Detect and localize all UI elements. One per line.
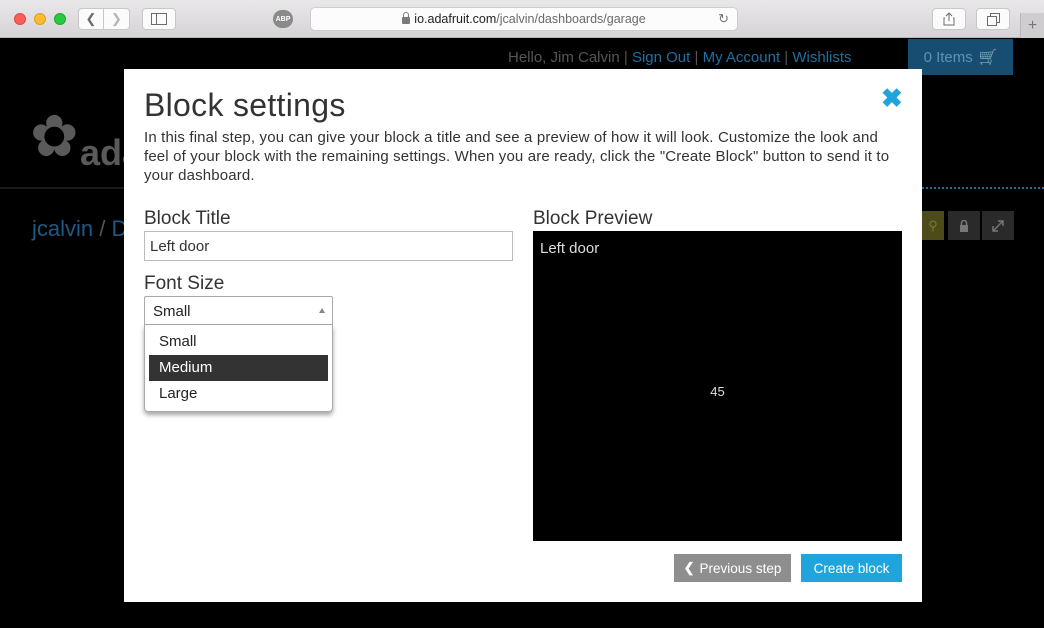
chevron-left-icon: ❮ bbox=[683, 560, 695, 575]
forward-icon: ❯ bbox=[111, 11, 122, 26]
lock-icon bbox=[402, 11, 411, 24]
new-tab-button[interactable]: + bbox=[1020, 13, 1044, 38]
key-button[interactable]: ⚲ bbox=[922, 211, 944, 240]
font-size-option-small[interactable]: Small bbox=[149, 329, 328, 355]
create-block-button[interactable]: Create block bbox=[801, 554, 902, 582]
font-size-label: Font Size bbox=[144, 273, 225, 294]
greeting-text: Hello, Jim Calvin bbox=[508, 49, 620, 66]
separator: | bbox=[784, 49, 789, 66]
url-domain: io.adafruit.com bbox=[414, 12, 497, 26]
divider bbox=[0, 187, 124, 189]
expand-icon bbox=[992, 219, 1004, 232]
modal-title: Block settings bbox=[144, 87, 346, 123]
wishlists-link[interactable]: Wishlists bbox=[792, 49, 851, 66]
breadcrumb: jcalvin / D bbox=[32, 216, 127, 242]
cart-button[interactable]: 0 Items 🛒 bbox=[908, 39, 1013, 75]
forward-button[interactable]: ❯ bbox=[104, 8, 130, 30]
url-path: /jcalvin/dashboards/garage bbox=[496, 12, 646, 26]
dropdown-arrow-icon bbox=[319, 308, 325, 313]
breadcrumb-separator: / bbox=[99, 216, 106, 241]
block-preview: Left door 45 bbox=[533, 231, 902, 541]
plus-icon: + bbox=[1027, 16, 1038, 34]
previous-step-button[interactable]: ❮ Previous step bbox=[674, 554, 791, 582]
minimize-window-button[interactable] bbox=[34, 13, 46, 25]
fullscreen-button[interactable] bbox=[982, 211, 1014, 240]
close-icon[interactable]: ✖ bbox=[881, 85, 903, 111]
sidebar-toggle-button[interactable] bbox=[142, 8, 176, 30]
back-icon: ❮ bbox=[85, 11, 97, 26]
share-icon bbox=[943, 12, 955, 26]
font-size-dropdown: Small Medium Large bbox=[144, 325, 333, 412]
key-icon: ⚲ bbox=[928, 217, 938, 233]
breadcrumb-user-link[interactable]: jcalvin bbox=[32, 216, 93, 241]
previous-step-label: Previous step bbox=[699, 560, 782, 576]
separator: | bbox=[694, 49, 699, 66]
reload-icon[interactable]: ↻ bbox=[718, 11, 729, 27]
block-preview-label: Block Preview bbox=[533, 208, 653, 229]
share-button[interactable] bbox=[932, 8, 966, 30]
separator: | bbox=[623, 49, 628, 66]
font-size-option-large[interactable]: Large bbox=[149, 381, 328, 407]
tabs-icon bbox=[986, 12, 1000, 26]
address-bar[interactable]: io.adafruit.com/jcalvin/dashboards/garag… bbox=[310, 7, 738, 31]
preview-block-title: Left door bbox=[540, 240, 600, 257]
user-greeting: Hello, Jim Calvin | Sign Out | My Accoun… bbox=[508, 49, 852, 66]
divider-dotted bbox=[922, 187, 1044, 189]
font-size-select[interactable]: Small bbox=[144, 296, 333, 325]
block-title-input[interactable] bbox=[144, 231, 513, 261]
lock-button[interactable] bbox=[948, 211, 980, 240]
preview-block-value: 45 bbox=[710, 384, 725, 399]
block-title-label: Block Title bbox=[144, 208, 231, 229]
sidebar-icon bbox=[151, 13, 167, 25]
cart-icon: 🛒 bbox=[978, 49, 998, 66]
lock-icon bbox=[960, 219, 968, 232]
block-settings-modal: Block settings ✖ In this final step, you… bbox=[124, 69, 922, 602]
close-window-button[interactable] bbox=[14, 13, 26, 25]
cart-label: 0 Items bbox=[923, 48, 973, 66]
my-account-link[interactable]: My Account bbox=[703, 49, 781, 66]
modal-intro-text: In this final step, you can give your bl… bbox=[144, 129, 890, 184]
font-size-selected-value: Small bbox=[153, 303, 191, 320]
tab-overview-button[interactable] bbox=[976, 8, 1010, 30]
sign-out-link[interactable]: Sign Out bbox=[632, 49, 690, 66]
font-size-option-medium[interactable]: Medium bbox=[149, 355, 328, 381]
adblock-extension-button[interactable]: ABP bbox=[273, 10, 293, 28]
back-button[interactable]: ❮ bbox=[78, 8, 104, 30]
browser-toolbar: ❮ ❯ ABP io.adafruit.com/jcalvin/dashboar… bbox=[0, 0, 1044, 38]
zoom-window-button[interactable] bbox=[54, 13, 66, 25]
